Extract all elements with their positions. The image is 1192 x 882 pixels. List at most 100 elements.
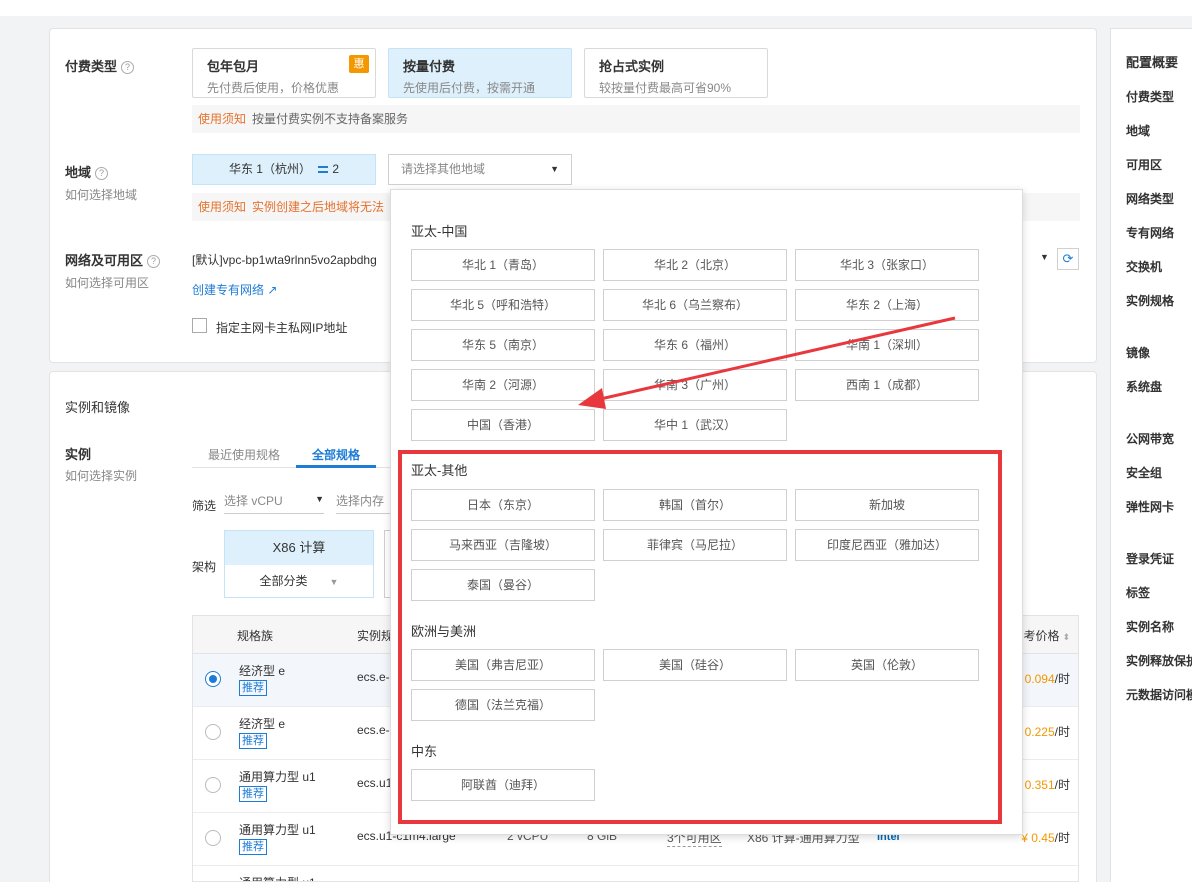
summary-item: 地域 bbox=[1126, 124, 1151, 138]
row-price: 0.225/时 bbox=[1025, 723, 1070, 740]
row-family: 通用算力型 u1 bbox=[239, 823, 316, 837]
caret-down-icon: ▼ bbox=[315, 494, 324, 504]
region-option[interactable]: 美国（硅谷） bbox=[603, 649, 787, 681]
refresh-icon[interactable]: ⟳ bbox=[1057, 248, 1079, 270]
notice-tag: 使用须知 bbox=[198, 200, 247, 214]
active-tab-indicator bbox=[296, 465, 376, 468]
help-icon[interactable]: ? bbox=[147, 255, 161, 268]
arch-x86-option[interactable]: X86 计算 全部分类 ▼ bbox=[224, 530, 374, 598]
instance-label: 实例 bbox=[65, 447, 92, 462]
notice-tag: 使用须知 bbox=[198, 112, 247, 126]
row-radio[interactable] bbox=[205, 724, 221, 740]
specify-ip-label: 指定主网卡主私网IP地址 bbox=[216, 321, 348, 335]
region-option[interactable]: 华中 1（武汉） bbox=[603, 409, 787, 441]
region-selected-button[interactable]: 华东 1（杭州） 2 bbox=[192, 154, 376, 185]
other-region-select[interactable]: 请选择其他地域 ▼ bbox=[388, 154, 572, 185]
col-spec: 实例规 bbox=[357, 629, 394, 643]
memory-filter[interactable]: 选择内存 bbox=[336, 492, 390, 514]
billing-option-desc: 较按量付费最高可省90% bbox=[599, 81, 732, 95]
summary-item: 元数据访问模式 bbox=[1126, 688, 1192, 702]
billing-option-subscription[interactable]: 包年包月 先付费后使用，价格优惠 惠 bbox=[192, 48, 376, 98]
col-price[interactable]: 考价格 ⬍ bbox=[1023, 627, 1070, 644]
specify-ip-checkbox[interactable] bbox=[192, 318, 207, 333]
region-option[interactable]: 华北 6（乌兰察布） bbox=[603, 289, 787, 321]
region-option[interactable]: 华南 2（河源） bbox=[411, 369, 595, 401]
billing-option-spot[interactable]: 抢占式实例 较按量付费最高可省90% bbox=[584, 48, 768, 98]
group-middle-east: 中东 bbox=[411, 744, 438, 759]
group-apac-china: 亚太-中国 bbox=[411, 224, 468, 239]
arch-category-select[interactable]: 全部分类 ▼ bbox=[225, 565, 373, 597]
sort-icon: ⬍ bbox=[1062, 632, 1070, 642]
region-option[interactable]: 华南 1（深圳） bbox=[795, 329, 979, 361]
region-dropdown: 亚太-中国 华北 1（青岛） 华北 2（北京） 华北 3（张家口） 华北 5（呼… bbox=[390, 189, 1023, 835]
row-price: 0.351/时 bbox=[1025, 776, 1070, 793]
region-option[interactable]: 泰国（曼谷） bbox=[411, 569, 595, 601]
summary-item: 专有网络 bbox=[1126, 226, 1175, 240]
vswitch-caret-icon[interactable]: ▼ bbox=[1040, 252, 1049, 262]
caret-down-icon: ▼ bbox=[550, 164, 559, 174]
arch-x86-title: X86 计算 bbox=[225, 531, 373, 565]
row-radio[interactable] bbox=[205, 830, 221, 846]
row-radio[interactable] bbox=[205, 671, 221, 687]
group-apac-other: 亚太-其他 bbox=[411, 463, 468, 478]
region-option[interactable]: 新加坡 bbox=[795, 489, 979, 521]
summary-item: 公网带宽 bbox=[1126, 432, 1175, 446]
region-option[interactable]: 华北 3（张家口） bbox=[795, 249, 979, 281]
row-price-unit: /时 bbox=[1054, 725, 1070, 739]
row-radio[interactable] bbox=[205, 777, 221, 793]
region-option[interactable]: 华北 5（呼和浩特） bbox=[411, 289, 595, 321]
region-option[interactable]: 日本（东京） bbox=[411, 489, 595, 521]
row-price-unit: /时 bbox=[1054, 831, 1070, 845]
region-zone-count: 2 bbox=[332, 162, 340, 176]
row-price-value: ¥ 0.45 bbox=[1021, 831, 1055, 845]
tab-recent[interactable]: 最近使用规格 bbox=[208, 446, 280, 463]
row-price-value: 0.225 bbox=[1024, 725, 1055, 739]
region-option[interactable]: 印度尼西亚（雅加达） bbox=[795, 529, 979, 561]
billing-label: 付费类型? bbox=[65, 56, 135, 75]
summary-item: 付费类型 bbox=[1126, 90, 1175, 104]
region-option[interactable]: 马来西亚（吉隆坡） bbox=[411, 529, 595, 561]
row-family: 通用算力型 u1 bbox=[239, 874, 316, 881]
summary-item: 镜像 bbox=[1126, 346, 1151, 360]
region-option[interactable]: 华北 1（青岛） bbox=[411, 249, 595, 281]
row-family: 通用算力型 u1 bbox=[239, 770, 316, 784]
region-option[interactable]: 菲律宾（马尼拉） bbox=[603, 529, 787, 561]
row-price: ¥ 0.45/时 bbox=[1021, 829, 1070, 846]
create-vpc-link[interactable]: 创建专有网络 ↗ bbox=[192, 281, 277, 298]
region-option[interactable]: 华东 2（上海） bbox=[795, 289, 979, 321]
vcpu-filter[interactable]: 选择 vCPU ▼ bbox=[224, 492, 324, 514]
vpc-select-value[interactable]: [默认]vpc-bp1wta9rlnn5vo2apbdhg bbox=[192, 251, 377, 268]
billing-option-payg[interactable]: 按量付费 先使用后付费，按需开通 bbox=[388, 48, 572, 98]
summary-item: 登录凭证 bbox=[1126, 552, 1175, 566]
billing-option-desc: 先付费后使用，价格优惠 bbox=[207, 81, 340, 95]
summary-title: 配置概要 bbox=[1126, 55, 1179, 70]
network-help-link[interactable]: 如何选择可用区 bbox=[65, 274, 149, 291]
region-option[interactable]: 华东 5（南京） bbox=[411, 329, 595, 361]
region-help-link[interactable]: 如何选择地域 bbox=[65, 186, 137, 203]
tab-all[interactable]: 全部规格 bbox=[312, 446, 360, 463]
other-region-placeholder: 请选择其他地域 bbox=[401, 162, 486, 176]
region-option[interactable]: 中国（香港） bbox=[411, 409, 595, 441]
region-option[interactable]: 华东 6（福州） bbox=[603, 329, 787, 361]
region-option[interactable]: 华北 2（北京） bbox=[603, 249, 787, 281]
caret-down-icon: ▼ bbox=[329, 577, 339, 587]
region-option[interactable]: 西南 1（成都） bbox=[795, 369, 979, 401]
region-option[interactable]: 德国（法兰克福） bbox=[411, 689, 595, 721]
instance-help-link[interactable]: 如何选择实例 bbox=[65, 467, 137, 484]
table-row[interactable]: 通用算力型 u1 bbox=[193, 866, 1078, 881]
recommend-tag: 推荐 bbox=[239, 733, 267, 749]
summary-item: 实例规格 bbox=[1126, 294, 1175, 308]
recommend-tag: 推荐 bbox=[239, 786, 267, 802]
region-option[interactable]: 韩国（首尔） bbox=[603, 489, 787, 521]
summary-item: 系统盘 bbox=[1126, 380, 1163, 394]
filter-label: 筛选 bbox=[192, 499, 217, 513]
row-price: 0.094/时 bbox=[1025, 670, 1070, 687]
region-option[interactable]: 华南 3（广州） bbox=[603, 369, 787, 401]
region-option[interactable]: 阿联酋（迪拜） bbox=[411, 769, 595, 801]
help-icon[interactable]: ? bbox=[95, 167, 109, 180]
help-icon[interactable]: ? bbox=[121, 61, 135, 74]
create-vpc-label: 创建专有网络 bbox=[192, 283, 265, 297]
region-option[interactable]: 英国（伦敦） bbox=[795, 649, 979, 681]
region-option[interactable]: 美国（弗吉尼亚） bbox=[411, 649, 595, 681]
arch-label: 架构 bbox=[192, 560, 217, 574]
